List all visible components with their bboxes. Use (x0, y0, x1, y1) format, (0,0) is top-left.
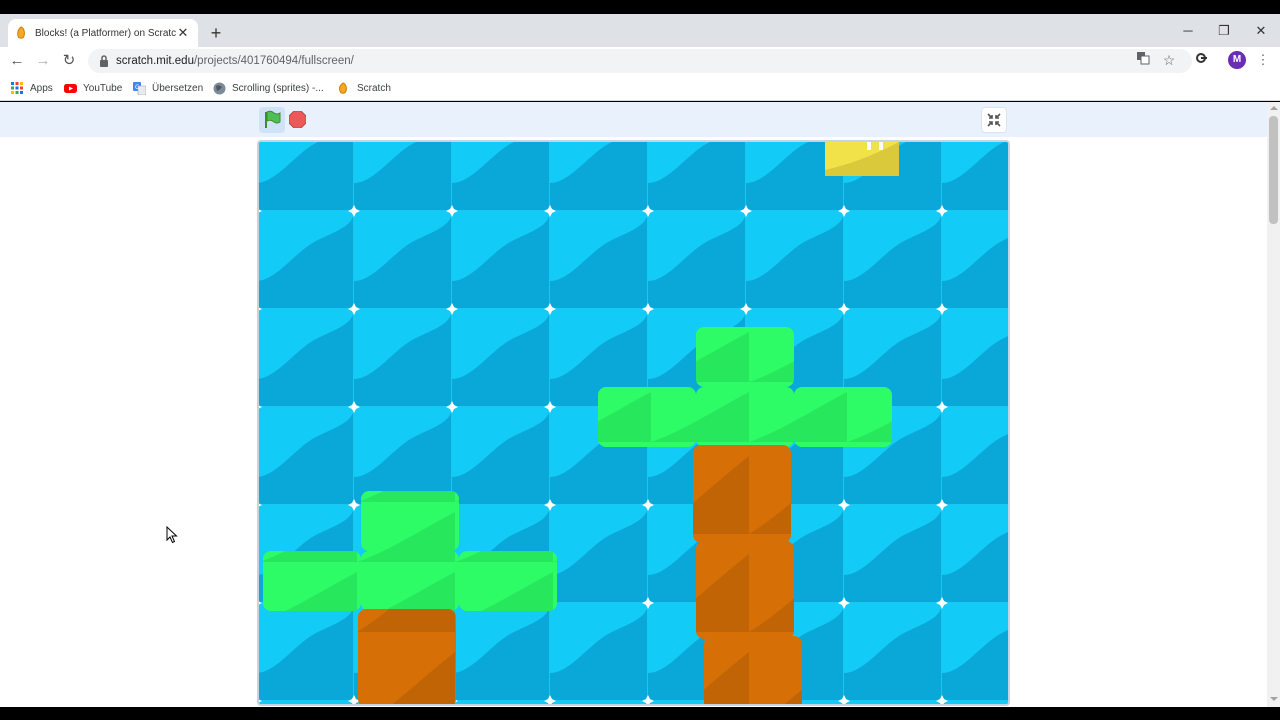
bookmark-label: Apps (30, 82, 53, 94)
url-path: /projects/401760494/fullscreen/ (193, 55, 354, 67)
tab-title: Blocks! (a Platformer) on Scratch (35, 27, 176, 39)
apps-grid-icon (11, 82, 23, 94)
bookmark-translate[interactable]: G Übersetzen (133, 79, 203, 97)
profile-avatar[interactable]: M (1228, 51, 1246, 69)
bookmark-youtube[interactable]: YouTube (64, 79, 122, 97)
browser-menu-icon[interactable]: ⋮ (1256, 51, 1270, 69)
grass-block (696, 387, 794, 447)
green-flag-button[interactable] (259, 107, 285, 133)
stop-icon (288, 110, 307, 129)
dirt-block (693, 445, 791, 543)
scratch-fullscreen-page (0, 102, 1267, 707)
dirt-block (696, 541, 794, 639)
exit-fullscreen-icon (987, 113, 1001, 127)
player-sprite (825, 142, 899, 176)
address-bar[interactable]: scratch.mit.edu/projects/401760494/fulls… (88, 49, 1192, 73)
tab-active[interactable]: Blocks! (a Platformer) on Scratch ✕ (8, 19, 198, 47)
scroll-thumb[interactable] (1269, 116, 1278, 224)
back-button[interactable]: ← (6, 50, 28, 72)
extension-icon[interactable] (1192, 51, 1210, 69)
green-flag-icon (265, 110, 281, 128)
url-domain: scratch.mit.edu (116, 55, 194, 67)
youtube-icon (64, 82, 77, 94)
stage-header (0, 102, 1267, 137)
grass-block (361, 551, 459, 611)
game-scene (259, 142, 1008, 704)
url-text: scratch.mit.edu/projects/401760494/fulls… (116, 55, 354, 67)
svg-text:G: G (135, 84, 140, 91)
tab-close-icon[interactable]: ✕ (176, 25, 190, 41)
mouse-cursor-icon (166, 525, 178, 544)
grass-block (263, 551, 361, 611)
bookmark-star-icon[interactable]: ☆ (1160, 51, 1178, 69)
bookmark-scratch[interactable]: Scratch (338, 79, 391, 97)
bookmark-label: Übersetzen (152, 82, 204, 94)
minimize-button[interactable]: ─ (1170, 20, 1206, 42)
bookmark-label: Scratch (357, 82, 391, 94)
scratch-favicon-icon (16, 26, 26, 40)
stop-button[interactable] (288, 110, 307, 129)
screen-bottom-border (0, 707, 1280, 720)
scratch-globe-icon (213, 82, 226, 95)
grass-block (459, 551, 557, 611)
forward-button[interactable]: → (32, 50, 54, 72)
restore-button[interactable]: ❐ (1206, 20, 1242, 42)
new-tab-button[interactable]: + (206, 22, 226, 44)
grass-block (598, 387, 696, 447)
lock-icon[interactable] (98, 54, 110, 68)
screen-top-border (0, 0, 1280, 14)
translate-icon: G (133, 82, 147, 96)
reload-button[interactable]: ↻ (58, 50, 80, 72)
browser-toolbar: ← → ↻ scratch.mit.edu/projects/401760494… (0, 47, 1280, 75)
bookmark-apps[interactable]: Apps (11, 79, 53, 97)
exit-fullscreen-button[interactable] (981, 107, 1007, 133)
bookmark-label: YouTube (83, 82, 123, 94)
grass-block (794, 387, 892, 447)
scratch-cat-icon (338, 82, 350, 94)
scroll-up-icon[interactable] (1270, 106, 1278, 110)
grass-block (696, 327, 794, 387)
bookmark-scrolling-sprites[interactable]: Scrolling (sprites) -... (213, 79, 324, 97)
dirt-block (704, 636, 802, 704)
dirt-block (358, 609, 456, 704)
bookmark-label: Scrolling (sprites) -... (232, 82, 324, 94)
scroll-down-icon[interactable] (1270, 697, 1278, 701)
bookmarks-bar: Apps YouTube G Übersetzen Scrolling (spr… (0, 75, 1280, 101)
game-stage[interactable] (257, 140, 1010, 706)
window-close-button[interactable]: ✕ (1243, 20, 1279, 42)
translate-page-icon[interactable] (1134, 51, 1152, 69)
page-scrollbar[interactable] (1267, 102, 1280, 707)
grass-block (361, 491, 459, 551)
tab-strip: Blocks! (a Platformer) on Scratch ✕ + ─ … (0, 14, 1280, 47)
